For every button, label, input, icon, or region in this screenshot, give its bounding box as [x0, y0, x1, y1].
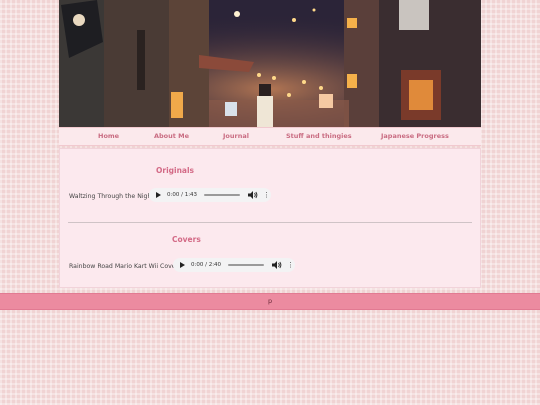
footer-text: p [268, 297, 273, 305]
nav-item-stuff-and-thingies[interactable]: Stuff and thingies [286, 132, 352, 140]
section-title-covers: Covers [172, 235, 201, 244]
header-banner-image [59, 0, 481, 127]
track-title: Waltzing Through the Night [69, 193, 154, 200]
audio-player[interactable]: 0:00 / 2:40 ⋮ [173, 258, 295, 272]
audio-player[interactable]: 0:00 / 1:43 ⋮ [149, 188, 271, 202]
nav-item-about-me[interactable]: About Me [154, 132, 189, 140]
nav-item-home[interactable]: Home [98, 132, 119, 140]
play-icon[interactable] [180, 262, 185, 268]
time-display: 0:00 / 1:43 [167, 192, 198, 198]
seek-slider[interactable] [228, 264, 265, 266]
time-display: 0:00 / 2:40 [191, 262, 222, 268]
music-content-panel: Originals Waltzing Through the Night 0:0… [59, 148, 481, 288]
more-options-icon[interactable]: ⋮ [263, 192, 270, 199]
footer-bar: p [0, 293, 540, 310]
alley-night-illustration [59, 0, 481, 127]
volume-icon[interactable] [272, 261, 282, 269]
track-title: Rainbow Road Mario Kart Wii Cover [69, 263, 179, 270]
nav-item-japanese-progress[interactable]: Japanese Progress [381, 132, 449, 140]
section-divider [68, 222, 472, 223]
volume-icon[interactable] [248, 191, 258, 199]
section-title-originals: Originals [156, 166, 195, 175]
seek-slider[interactable] [204, 194, 241, 196]
more-options-icon[interactable]: ⋮ [287, 262, 294, 269]
main-navigation: Home About Me Journal Stuff and thingies… [59, 127, 481, 146]
play-icon[interactable] [156, 192, 161, 198]
nav-item-journal[interactable]: Journal [223, 132, 249, 140]
